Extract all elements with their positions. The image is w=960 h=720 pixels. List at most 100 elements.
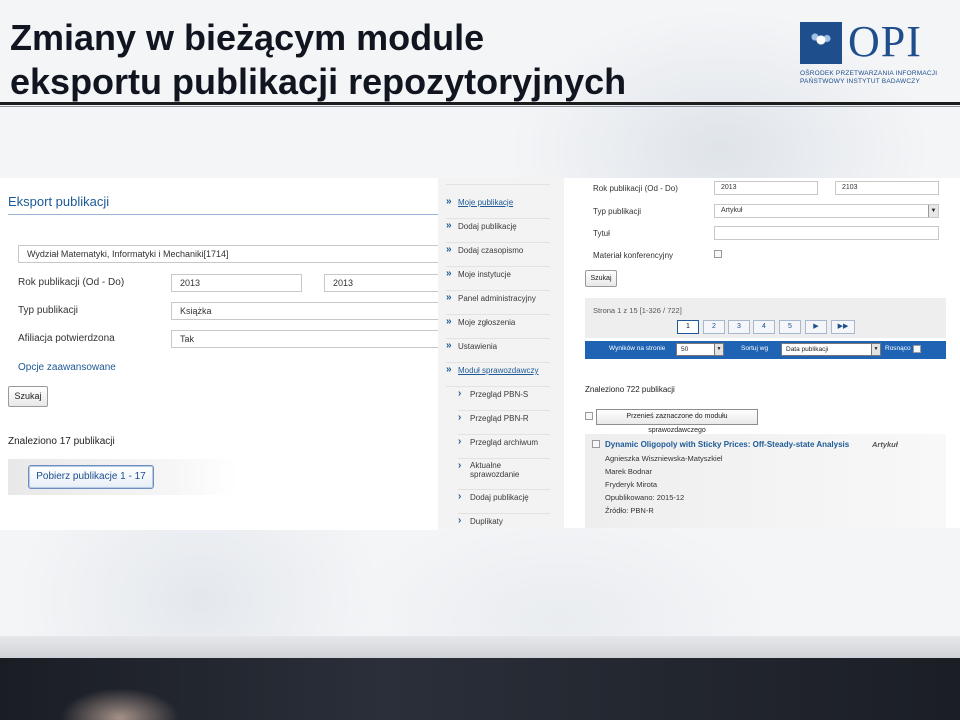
- advanced-options-link[interactable]: Opcje zaawansowane: [18, 362, 116, 373]
- year-to-input[interactable]: 2103: [835, 181, 939, 195]
- chevron-right-icon: »: [446, 268, 452, 279]
- conference-checkbox[interactable]: [714, 250, 722, 258]
- logo-subtitle: OŚRODEK PRZETWARZANIA INFORMACJI PAŃSTWO…: [800, 70, 937, 86]
- year-to-input[interactable]: 2013: [324, 274, 438, 292]
- footer-glow: [60, 688, 180, 720]
- result-author: Fryderyk Mirota: [605, 480, 658, 489]
- nav-item-dodaj-publikacje[interactable]: » Dodaj publikację: [446, 220, 550, 243]
- nav-item-label: Moje zgłoszenia: [458, 318, 516, 327]
- type-select[interactable]: Artykuł ▼: [714, 204, 939, 218]
- title-rule-thin: [0, 106, 960, 107]
- unit-select[interactable]: Wydział Matematyki, Informatyki i Mechan…: [18, 245, 438, 263]
- footer-band: [0, 636, 960, 658]
- chevron-right-icon: »: [446, 340, 452, 351]
- title-input[interactable]: [714, 226, 939, 240]
- page-button-1[interactable]: 1: [677, 320, 699, 334]
- next-page-button[interactable]: ▶: [805, 320, 827, 334]
- type-select[interactable]: Książka: [171, 302, 438, 320]
- nav-menu: » Moje publikacje » Dodaj publikację » D…: [438, 178, 564, 528]
- pager-info: Strona 1 z 15 [1-326 / 722]: [593, 306, 682, 315]
- chevron-right-icon: »: [446, 196, 452, 207]
- chevron-right-icon: ›: [458, 436, 462, 447]
- nav-item-moje-publikacje[interactable]: » Moje publikacje: [446, 196, 550, 219]
- ascending-checkbox[interactable]: [913, 345, 921, 353]
- result-published: Opublikowano: 2015-12: [605, 493, 685, 502]
- logo-text: OPI: [848, 17, 922, 66]
- download-button[interactable]: Pobierz publikacje 1 - 17: [28, 465, 154, 489]
- nav-subitem-label-line1: Aktualne: [470, 461, 502, 470]
- result-checkbox[interactable]: [592, 440, 600, 448]
- nav-item-moje-zgloszenia[interactable]: » Moje zgłoszenia: [446, 316, 550, 339]
- chevron-right-icon: ›: [458, 388, 462, 399]
- opi-tree-icon: [800, 22, 842, 64]
- nav-item-modul-sprawozdawczy[interactable]: » Moduł sprawozdawczy: [446, 364, 550, 387]
- opi-logo: OPI OŚRODEK PRZETWARZANIA INFORMACJI PAŃ…: [800, 18, 950, 86]
- type-label: Typ publikacji: [593, 207, 642, 216]
- slide-title: Zmiany w bieżącym module eksportu publik…: [10, 16, 626, 104]
- page-button-4[interactable]: 4: [753, 320, 775, 334]
- logo-subtitle-line2: PAŃSTWOWY INSTYTUT BADAWCZY: [800, 78, 920, 85]
- search-button[interactable]: Szukaj: [8, 386, 48, 407]
- last-page-button[interactable]: ▶▶: [831, 320, 855, 334]
- year-label: Rok publikacji (Od - Do): [593, 184, 678, 193]
- chevron-right-icon: »: [446, 220, 452, 231]
- chevron-right-icon: ›: [458, 491, 462, 502]
- result-source: Źródło: PBN-R: [605, 506, 654, 515]
- affiliation-select[interactable]: Tak: [171, 330, 438, 348]
- chevron-right-icon: »: [446, 364, 452, 375]
- chevron-right-icon: ›: [458, 460, 462, 471]
- report-search-panel: Rok publikacji (Od - Do) 2013 2103 Typ p…: [564, 178, 960, 528]
- dropdown-arrow-icon: ▼: [714, 344, 723, 355]
- result-author: Agnieszka Wiszniewska-Matyszkiel: [605, 454, 723, 463]
- dropdown-arrow-icon: ▼: [871, 344, 880, 355]
- type-select-value: Artykuł: [721, 207, 743, 214]
- chevron-right-icon: »: [446, 316, 452, 327]
- nav-item-label: Moduł sprawozdawczy: [458, 366, 539, 375]
- result-author: Marek Bodnar: [605, 467, 653, 476]
- move-to-report-button[interactable]: Przenieś zaznaczone do modułu sprawozdaw…: [596, 409, 758, 434]
- pager: Strona 1 z 15 [1-326 / 722] 1 2 3 4 5 ▶ …: [585, 298, 946, 338]
- nav-subitem-label-line2: sprawozdanie: [470, 470, 520, 479]
- year-from-input[interactable]: 2013: [714, 181, 818, 195]
- sort-value: Data publikacji: [786, 346, 829, 353]
- result-type: Artykuł: [872, 440, 898, 449]
- nav-item-label: Moje publikacje: [458, 198, 514, 207]
- nav-item-panel-administracyjny[interactable]: » Panel administracyjny: [446, 292, 550, 315]
- download-bar: Pobierz publikacje 1 - 17: [8, 459, 238, 495]
- result-title-link[interactable]: Dynamic Oligopoly with Sticky Prices: Of…: [605, 440, 849, 449]
- export-panel: Eksport publikacji Wydział Matematyki, I…: [0, 178, 438, 530]
- nav-item-label: Panel administracyjny: [458, 294, 536, 303]
- nav-subitem-przeglad-pbn-s[interactable]: › Przegląd PBN-S: [458, 388, 550, 411]
- nav-subitem-przeglad-archiwum[interactable]: › Przegląd archiwum: [458, 436, 550, 459]
- chevron-right-icon: ›: [458, 412, 462, 423]
- logo-subtitle-line1: OŚRODEK PRZETWARZANIA INFORMACJI: [800, 70, 938, 77]
- nav-subitem-aktualne-sprawozdanie[interactable]: › Aktualne sprawozdanie: [458, 460, 550, 490]
- year-from-input[interactable]: 2013: [171, 274, 302, 292]
- result-item: Dynamic Oligopoly with Sticky Prices: Of…: [585, 434, 946, 528]
- nav-subitem-przeglad-pbn-r[interactable]: › Przegląd PBN-R: [458, 412, 550, 435]
- search-button[interactable]: Szukaj: [585, 270, 617, 287]
- sort-select[interactable]: Data publikacji ▼: [781, 343, 881, 356]
- nav-subitem-duplikaty[interactable]: › Duplikaty: [458, 515, 550, 528]
- title-label: Tytuł: [593, 229, 610, 238]
- nav-subitem-label: Duplikaty: [470, 517, 503, 526]
- title-rule: [0, 102, 960, 105]
- page-button-5[interactable]: 5: [779, 320, 801, 334]
- select-all-checkbox[interactable]: [585, 412, 593, 420]
- per-page-value: 50: [681, 346, 689, 353]
- found-count: Znaleziono 17 publikacji: [8, 436, 115, 447]
- nav-item-label: Moje instytucje: [458, 270, 511, 279]
- nav-subitem-dodaj-publikacje[interactable]: › Dodaj publikację: [458, 491, 550, 514]
- nav-item-dodaj-czasopismo[interactable]: » Dodaj czasopismo: [446, 244, 550, 267]
- per-page-label: Wyników na stronie: [609, 345, 666, 352]
- page-button-3[interactable]: 3: [728, 320, 750, 334]
- slide-title-line1: Zmiany w bieżącym module: [10, 17, 485, 58]
- nav-item-ustawienia[interactable]: » Ustawienia: [446, 340, 550, 363]
- page-button-2[interactable]: 2: [703, 320, 725, 334]
- year-label: Rok publikacji (Od - Do): [18, 277, 125, 288]
- found-count: Znaleziono 722 publikacji: [585, 385, 675, 394]
- per-page-select[interactable]: 50 ▼: [676, 343, 724, 356]
- sort-bar: Wyników na stronie 50 ▼ Sortuj wg Data p…: [585, 341, 946, 359]
- heading-rule: [8, 214, 438, 215]
- nav-item-moje-instytucje[interactable]: » Moje instytucje: [446, 268, 550, 291]
